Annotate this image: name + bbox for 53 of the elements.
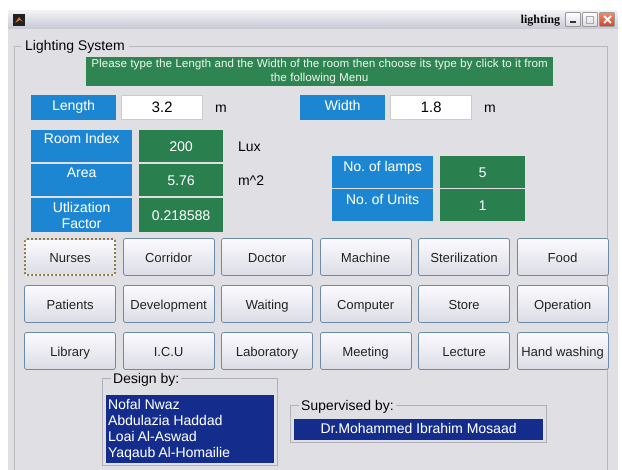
room-button[interactable]: Sterilization [418, 238, 510, 276]
unit-label: m^2 [238, 172, 264, 188]
room-button[interactable]: Operation [516, 285, 608, 323]
list-item[interactable]: Yaqaub Al-Homailie [108, 444, 272, 460]
input-field[interactable]: 3.2 [121, 95, 203, 120]
room-button[interactable]: Laboratory [221, 332, 313, 370]
unit-label: m [215, 99, 227, 115]
field-label: Room Index [31, 130, 132, 162]
field-label: Utlization Factor [31, 198, 132, 232]
result-value: 5 [440, 156, 525, 188]
maximize-icon [586, 16, 594, 24]
unit-label: m [484, 99, 496, 115]
field-label: No. of lamps [332, 156, 433, 188]
group-title: Supervised by: [299, 397, 396, 413]
unit-label: Lux [238, 138, 261, 154]
room-button[interactable]: Meeting [320, 332, 412, 370]
room-button[interactable]: Machine [320, 238, 412, 276]
list-item[interactable]: Nofal Nwaz [108, 396, 272, 412]
input-field[interactable]: 1.8 [390, 95, 472, 120]
names-listbox[interactable]: Dr.Mohammed Ibrahim Mosaad [294, 419, 543, 440]
field-label: Length [31, 95, 116, 120]
field-label: Width [300, 95, 385, 120]
app-icon [13, 14, 25, 26]
room-button[interactable]: Nurses [24, 238, 116, 276]
result-value: 1 [440, 189, 525, 221]
list-item[interactable]: Abdulazia Haddad [108, 412, 272, 428]
field-label: No. of Units [332, 189, 433, 221]
close-button[interactable] [599, 12, 615, 27]
room-button[interactable]: Store [418, 285, 510, 323]
result-value: 200 [139, 130, 223, 162]
result-value: 0.218588 [139, 198, 223, 232]
room-button[interactable]: Corridor [122, 238, 214, 276]
result-value: 5.76 [139, 164, 223, 196]
room-button[interactable]: Waiting [221, 285, 313, 323]
room-button[interactable]: Food [516, 238, 608, 276]
room-button[interactable]: Library [24, 332, 116, 370]
panel-title: Lighting System [21, 37, 129, 53]
room-button[interactable]: Patients [24, 285, 116, 323]
room-button[interactable]: Doctor [221, 238, 313, 276]
room-button[interactable]: Development [122, 285, 214, 323]
group-title: Design by: [111, 370, 182, 386]
minimize-button[interactable] [565, 12, 581, 27]
list-item[interactable]: Dr.Mohammed Ibrahim Mosaad [296, 420, 541, 436]
room-button[interactable]: Computer [320, 285, 412, 323]
names-listbox[interactable]: Nofal Nwaz Abdulazia Haddad Loai Al-Aswad Yaqaub Al-Homailie [106, 395, 274, 463]
room-button[interactable]: I.C.U [122, 332, 214, 370]
room-button[interactable]: Hand washing [516, 332, 608, 370]
window-title: lighting [520, 12, 560, 27]
room-button[interactable]: Lecture [418, 332, 510, 370]
list-item[interactable]: Loai Al-Aswad [108, 428, 272, 444]
close-icon [602, 15, 612, 24]
field-label: Area [31, 164, 132, 196]
instruction-banner: Please type the Length and the Width of the room then choose its type by click to it from the following Menu [86, 57, 553, 86]
